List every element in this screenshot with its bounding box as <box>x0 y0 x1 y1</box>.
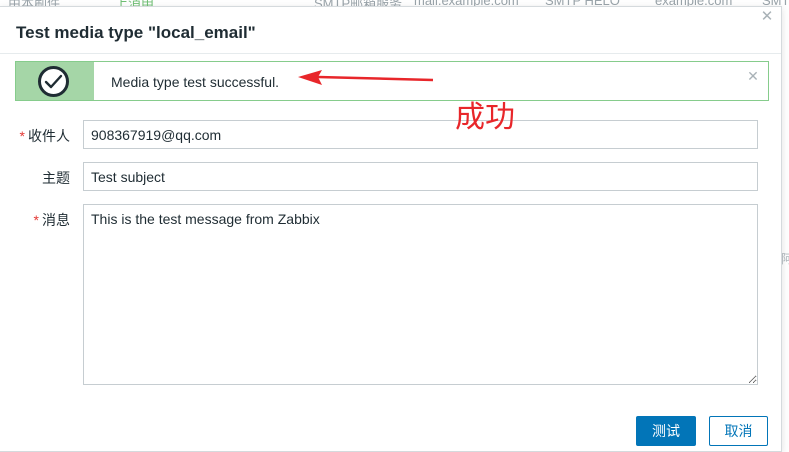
test-button[interactable]: 测试 <box>636 416 696 446</box>
cancel-button[interactable]: 取消 <box>709 416 768 446</box>
subject-input[interactable] <box>83 162 758 191</box>
check-circle-icon <box>38 66 69 97</box>
divider <box>0 53 781 54</box>
annotation-arrow-icon <box>298 70 434 85</box>
recipient-label: * 收件人 <box>8 126 70 146</box>
message-label: * 消息 <box>8 210 70 230</box>
message-textarea[interactable]: This is the test message from Zabbix <box>83 204 758 385</box>
required-marker: * <box>19 128 25 144</box>
message-label-text: 消息 <box>42 212 70 228</box>
close-icon[interactable]: ✕ <box>746 69 760 83</box>
recipient-input[interactable] <box>83 120 758 149</box>
close-icon[interactable]: ✕ <box>760 9 774 24</box>
bg-text: 阿 <box>781 252 789 266</box>
banner-icon-area <box>16 62 94 100</box>
subject-label: 主题 <box>8 168 70 188</box>
banner-message: Media type test successful. <box>111 74 280 90</box>
dialog-title: Test media type "local_email" <box>16 23 256 42</box>
subject-label-text: 主题 <box>42 170 70 186</box>
recipient-label-text: 收件人 <box>28 128 70 144</box>
annotation-label: 成功 <box>455 100 515 135</box>
required-marker: * <box>33 212 39 228</box>
